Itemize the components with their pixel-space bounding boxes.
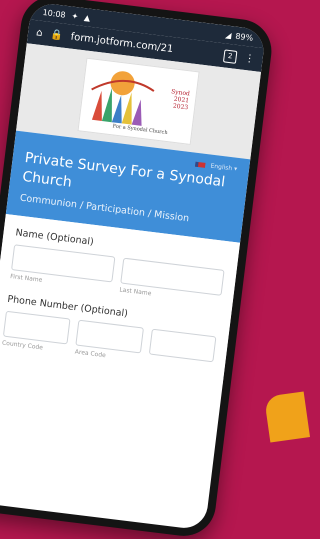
lock-icon: 🔒 xyxy=(49,28,64,42)
flag-icon xyxy=(195,161,206,168)
phone-screen: 10:08 ✦ ▲ ◢ 89% ⌂ 🔒 form.jotform.com/21 … xyxy=(0,1,267,531)
signal-icon: ◢ xyxy=(224,29,233,40)
chevron-down-icon[interactable]: ▾ xyxy=(234,165,238,172)
phone-device: 10:08 ✦ ▲ ◢ 89% ⌂ 🔒 form.jotform.com/21 … xyxy=(0,0,276,539)
country-code-input[interactable] xyxy=(2,310,71,345)
tab-count-button[interactable]: 2 xyxy=(222,48,238,64)
more-vert-icon[interactable]: ⋮ xyxy=(244,52,255,64)
phone-number-input[interactable] xyxy=(148,328,217,363)
area-code-input[interactable] xyxy=(75,319,144,354)
form-body: Name (Optional) First Name Last Name Pho… xyxy=(0,213,241,386)
notification-icon: ✦ xyxy=(71,11,79,21)
home-icon[interactable]: ⌂ xyxy=(36,27,44,39)
decorative-accent xyxy=(263,391,311,443)
status-time: 10:08 xyxy=(42,7,67,20)
synod-logo: Synod 2021 2023 For a Synodal Church xyxy=(77,57,200,145)
battery-level: 89% xyxy=(234,31,254,43)
language-label[interactable]: English xyxy=(210,163,232,173)
logo-caption-years: Synod 2021 2023 xyxy=(169,88,191,112)
alert-icon: ▲ xyxy=(83,12,91,23)
